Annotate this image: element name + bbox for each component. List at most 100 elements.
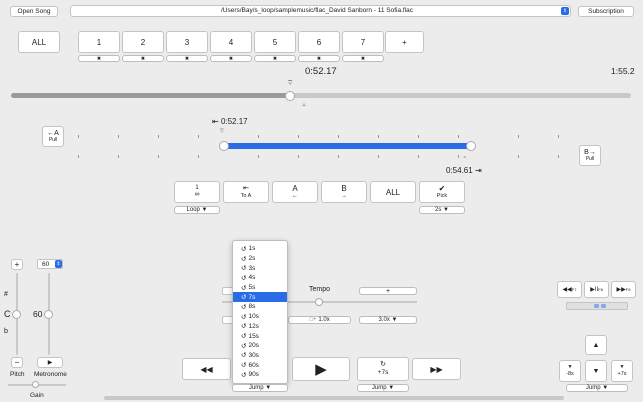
tick-mark — [518, 135, 519, 138]
marker-button-3[interactable]: 3 — [166, 31, 208, 53]
jump-back-select[interactable]: Jump ▼ — [232, 384, 288, 392]
key-left-button[interactable]: ▼ -8s — [559, 360, 581, 382]
subscription-button[interactable]: Subscription — [578, 6, 634, 17]
remove-marker-4-button[interactable]: ✖ — [210, 55, 252, 62]
to-a-button[interactable]: ⇤ To A — [223, 181, 269, 203]
loop-menu-select[interactable]: Loop ▼ — [174, 206, 220, 214]
jump-forward-select[interactable]: Jump ▼ — [357, 384, 409, 392]
metronome-slider-thumb[interactable] — [44, 310, 53, 319]
remove-marker-2-button[interactable]: ✖ — [122, 55, 164, 62]
loop-start-value: 0:52.17 — [220, 117, 248, 126]
jump-option-20s[interactable]: ↺ 20s — [233, 341, 287, 351]
jump-option-1s[interactable]: ↺ 1s — [233, 244, 287, 254]
pull-b-button[interactable]: B→ Pull — [579, 145, 601, 166]
key-rewind-button[interactable]: ◀◀ F7 — [557, 281, 582, 298]
loop-start-thumb[interactable] — [219, 141, 229, 151]
add-marker-button[interactable]: + — [385, 31, 424, 53]
key-up-button[interactable]: ▲ — [585, 335, 607, 355]
pitch-up-button[interactable]: + — [11, 259, 23, 270]
loop-end-icon: ⇥ — [474, 166, 482, 175]
tempo-plus-button[interactable]: + — [359, 287, 417, 295]
forward-7s-button[interactable]: ↻ +7s — [357, 357, 409, 381]
tempo-rate-button[interactable]: □+ 1.0x — [288, 316, 351, 324]
fast-forward-button[interactable]: ▶▶ — [412, 358, 461, 380]
key-toggle-group[interactable] — [566, 302, 628, 310]
jump-option-label: 1s — [248, 245, 256, 253]
rewind-button[interactable]: ◀◀ — [182, 358, 231, 380]
set-b-button[interactable]: B → — [321, 181, 367, 203]
remove-marker-3-button[interactable]: ✖ — [166, 55, 208, 62]
loop-end-thumb[interactable] — [466, 141, 476, 151]
open-song-button[interactable]: Open Song — [10, 6, 58, 17]
tick-mark — [298, 155, 299, 158]
key-fastforward-button[interactable]: ▶▶ F9 — [611, 281, 636, 298]
marker-button-4[interactable]: 4 — [210, 31, 252, 53]
jump-option-label: 5s — [248, 284, 256, 292]
jump-option-8s[interactable]: ↺ 8s — [233, 302, 287, 312]
loop-all-button[interactable]: ALL — [370, 181, 416, 203]
jump-option-label: 7s — [248, 293, 256, 301]
undo-icon: ↺ — [241, 323, 247, 331]
horizontal-scrollbar[interactable] — [104, 396, 564, 400]
pitch-down-button[interactable]: − — [11, 357, 23, 368]
jump-option-10s[interactable]: ↺ 10s — [233, 312, 287, 322]
song-progress-track[interactable] — [11, 91, 631, 101]
key-down-button[interactable]: ▼ — [585, 360, 607, 382]
tick-mark — [558, 155, 559, 158]
remove-marker-1-button[interactable]: ✖ — [78, 55, 120, 62]
undo-icon: ↺ — [241, 371, 247, 379]
tempo-max-select[interactable]: 3.0x ▼ — [359, 316, 417, 324]
jump-option-30s[interactable]: ↺ 30s — [233, 351, 287, 361]
pull-b-sub: Pull — [585, 155, 595, 162]
tick-mark — [258, 135, 259, 138]
jump-option-60s[interactable]: ↺ 60s — [233, 360, 287, 370]
loop-range-bar[interactable] — [219, 141, 476, 151]
jump-option-90s[interactable]: ↺ 90s — [233, 370, 287, 380]
jump-option-4s[interactable]: ↺ 4s — [233, 273, 287, 283]
song-progress-thumb[interactable] — [285, 91, 295, 101]
key-right-button[interactable]: ▼ +7s — [611, 360, 633, 382]
arrow-left-icon: ← — [292, 193, 298, 200]
metronome-label: Metronome — [34, 371, 67, 378]
tick-mark — [378, 135, 379, 138]
tempo-slider-thumb[interactable] — [315, 298, 323, 306]
remove-marker-5-button[interactable]: ✖ — [254, 55, 296, 62]
loop-count-glyph: 1 — [195, 184, 199, 191]
gain-slider-thumb[interactable] — [32, 381, 39, 388]
undo-icon: ↺ — [241, 284, 247, 292]
tick-mark — [458, 155, 459, 158]
loop-end-time: 0:54.61 ⇥ — [446, 166, 482, 175]
key-playpause-button[interactable]: ▶II F8 — [584, 281, 609, 298]
jump-option-label: 12s — [248, 322, 259, 330]
play-pause-icon: ▶II — [590, 287, 599, 293]
loop-count-button[interactable]: 1 ∞ — [174, 181, 220, 203]
jump-option-12s[interactable]: ↺ 12s — [233, 322, 287, 332]
song-progress-fill — [11, 93, 290, 98]
fast-forward-icon: ▶▶ — [616, 287, 626, 293]
pin-icon: ⩢ — [288, 80, 293, 87]
play-button[interactable]: ▶ — [292, 357, 350, 381]
remove-marker-6-button[interactable]: ✖ — [298, 55, 340, 62]
undo-icon: ↺ — [241, 352, 247, 360]
jump-option-15s[interactable]: ↺ 15s — [233, 331, 287, 341]
jump-option-5s[interactable]: ↺ 5s — [233, 283, 287, 293]
marker-button-6[interactable]: 6 — [298, 31, 340, 53]
marker-button-1[interactable]: 1 — [78, 31, 120, 53]
pitch-slider-thumb[interactable] — [12, 310, 21, 319]
pick-button[interactable]: ✔ Pick — [419, 181, 465, 203]
pick-menu-select[interactable]: 2s ▼ — [419, 206, 465, 214]
remove-marker-7-button[interactable]: ✖ — [342, 55, 384, 62]
marker-all-button[interactable]: ALL — [18, 31, 60, 53]
jump-option-3s[interactable]: ↺ 3s — [233, 263, 287, 273]
jump-option-7s[interactable]: ↺ 7s — [233, 292, 287, 303]
marker-button-2[interactable]: 2 — [122, 31, 164, 53]
key-jump-select[interactable]: Jump ▼ — [566, 384, 628, 392]
metronome-play-button[interactable]: ▶ — [37, 357, 63, 368]
file-path-select[interactable]: /Users/Bay/s_loop/samplemusic/flac_David… — [70, 5, 571, 17]
metronome-bpm-select[interactable]: 60 ⇕ — [37, 259, 63, 269]
jump-option-2s[interactable]: ↺ 2s — [233, 254, 287, 264]
set-a-button[interactable]: A ← — [272, 181, 318, 203]
pull-a-button[interactable]: ←A Pull — [42, 126, 64, 147]
marker-button-7[interactable]: 7 — [342, 31, 384, 53]
marker-button-5[interactable]: 5 — [254, 31, 296, 53]
